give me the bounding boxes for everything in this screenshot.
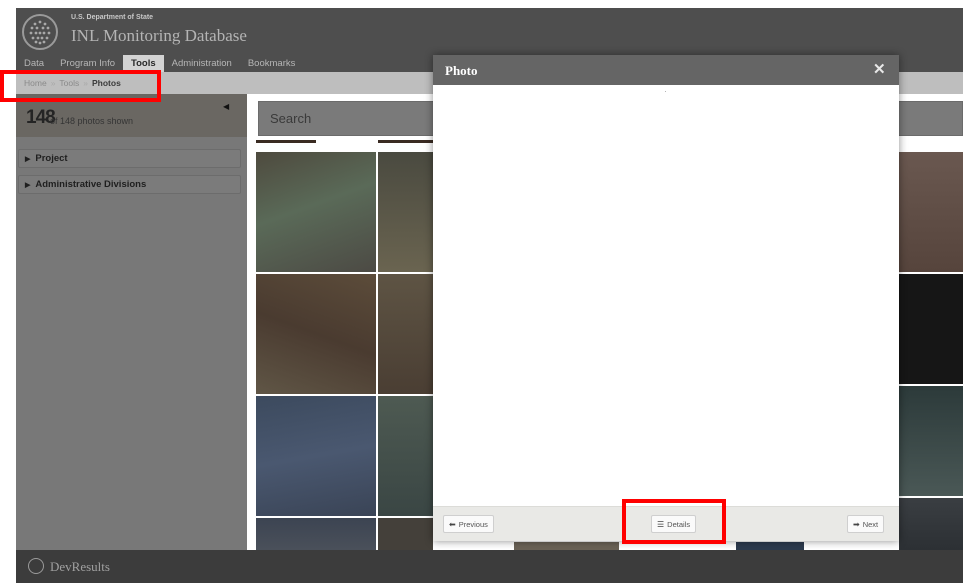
photo-count-label: of 148 photos shown — [50, 116, 134, 126]
facet-label: Administrative Divisions — [35, 179, 147, 190]
search-input[interactable]: Search — [258, 101, 438, 136]
photo-thumbnail[interactable] — [899, 274, 963, 384]
footer-brand: DevResults — [50, 559, 110, 574]
breadcrumb-highlight — [0, 70, 161, 102]
photo-thumbnail[interactable] — [256, 396, 376, 516]
next-label: Next — [862, 520, 879, 529]
arrow-right-icon: ➡ — [853, 520, 860, 529]
photo-thumbnail[interactable] — [378, 396, 433, 516]
photo-thumbnail[interactable] — [256, 274, 376, 394]
caret-right-icon: ▶ — [25, 156, 31, 163]
photo-viewer — [433, 85, 899, 506]
next-button[interactable]: ➡ Next — [847, 515, 885, 533]
photo-thumbnail[interactable] — [514, 542, 619, 550]
modal-header: Photo ✕ — [433, 55, 899, 85]
loading-indicator — [665, 91, 666, 92]
photo-modal: Photo ✕ ⬅ Previous ☰ Details ➡ Next — [433, 55, 899, 541]
details-button-highlight — [622, 499, 726, 544]
nav-administration[interactable]: Administration — [164, 55, 240, 72]
photo-thumbnail[interactable] — [256, 152, 376, 272]
photo-thumbnail[interactable] — [899, 386, 963, 496]
facet-project[interactable]: ▶ Project — [18, 149, 241, 168]
facet-administrative-divisions[interactable]: ▶ Administrative Divisions — [18, 175, 241, 194]
modal-title: Photo — [445, 63, 478, 78]
previous-label: Previous — [458, 520, 488, 529]
previous-button[interactable]: ⬅ Previous — [443, 515, 494, 533]
facet-label: Project — [35, 153, 68, 164]
filter-sidebar: 148 of 148 photos shown ◀ ▶ Project ▶ Admi… — [16, 94, 247, 550]
photo-thumbnail[interactable] — [256, 518, 376, 550]
search-placeholder: Search — [270, 111, 312, 126]
close-icon[interactable]: ✕ — [873, 60, 886, 78]
photo-thumbnail[interactable] — [736, 542, 804, 550]
photo-thumbnail[interactable] — [256, 140, 316, 143]
caret-right-icon: ▶ — [25, 182, 31, 189]
nav-bookmarks[interactable]: Bookmarks — [240, 55, 304, 72]
search-input-end — [898, 101, 963, 136]
photo-thumbnail[interactable] — [378, 152, 433, 272]
site-footer: DevResults — [16, 550, 963, 583]
photo-thumbnail[interactable] — [378, 274, 433, 394]
department-name: U.S. Department of State — [71, 14, 154, 21]
globe-seal-icon — [22, 14, 58, 50]
app-title[interactable]: INL Monitoring Database — [71, 26, 247, 46]
arrow-left-icon: ⬅ — [449, 520, 456, 529]
devresults-logo-icon — [28, 558, 44, 574]
photo-thumbnail[interactable] — [378, 140, 433, 143]
photo-thumbnail[interactable] — [378, 518, 433, 550]
app-window: U.S. Department of State INL Monitoring … — [0, 0, 963, 583]
collapse-left-icon[interactable]: ◀ — [223, 102, 229, 111]
photo-thumbnail[interactable] — [899, 498, 963, 550]
photo-thumbnail[interactable] — [899, 152, 963, 272]
